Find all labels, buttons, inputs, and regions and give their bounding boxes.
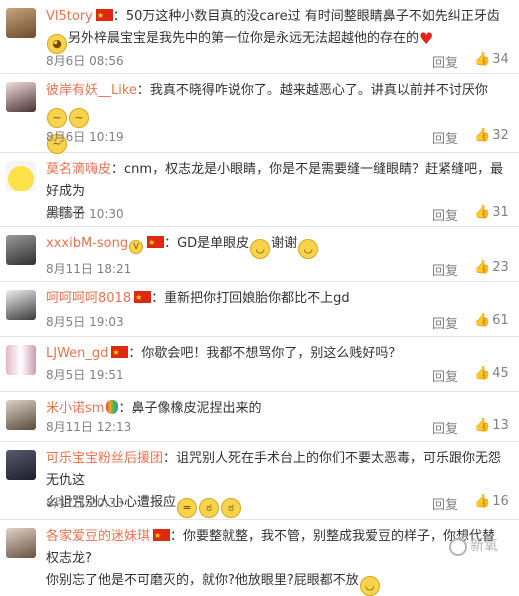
reply-button[interactable]: 回复 bbox=[432, 205, 458, 224]
reply-button[interactable]: 回复 bbox=[432, 494, 458, 513]
list-item: 米小诺sm ：鼻子像橡皮泥捏出来的 8月11日 12:13 回复 👍 13 bbox=[0, 392, 519, 442]
thumbs-up-icon: 👍 bbox=[474, 366, 491, 381]
like-count: 23 bbox=[492, 260, 509, 275]
soyoung-logo-icon bbox=[449, 538, 467, 556]
like-button[interactable]: 👍 23 bbox=[474, 260, 509, 275]
like-button[interactable]: 👍 31 bbox=[474, 205, 509, 220]
username-link[interactable]: 呵呵呵呵8018 bbox=[46, 291, 131, 306]
username-link[interactable]: LJWen_gd bbox=[46, 346, 108, 361]
like-button[interactable]: 👍 34 bbox=[474, 52, 509, 67]
angry-emoji-icon: ಠ bbox=[221, 498, 242, 518]
comment-text: ：GD是单眼皮 bbox=[164, 236, 250, 251]
balloon-badge-icon bbox=[106, 400, 119, 414]
like-count: 45 bbox=[492, 366, 509, 381]
comment-time: 8月5日 19:03 bbox=[46, 315, 124, 329]
list-item: 呵呵呵呵8018 ：重新把你打回娘胎你都比不上gd 8月5日 19:03 回复 👍… bbox=[0, 282, 519, 337]
angry-emoji-icon: ಠ bbox=[199, 498, 220, 518]
china-flag-icon bbox=[153, 525, 171, 547]
doge-emoji-icon: ◕ bbox=[47, 34, 67, 54]
list-item: Vl5tory ：50万这种小数目真的没care过 有时间整眼睛鼻子不如先纠正牙齿… bbox=[0, 0, 519, 74]
sweat-emoji-icon: ≖ bbox=[177, 498, 198, 518]
watermark-text: 新氧 bbox=[470, 538, 498, 554]
thumbs-up-icon: 👍 bbox=[474, 52, 491, 67]
comment-time: 8月6日 08:56 bbox=[46, 54, 124, 68]
confused-emoji-icon: ~ bbox=[47, 108, 67, 128]
like-button[interactable]: 👍 32 bbox=[474, 128, 509, 143]
like-button[interactable]: 👍 45 bbox=[474, 366, 509, 381]
like-count: 32 bbox=[492, 128, 509, 143]
comment-text: ：鼻子像橡皮泥捏出来的 bbox=[118, 401, 262, 416]
watermark: 新氧 bbox=[449, 535, 498, 556]
comment-time: 8月11日 18:21 bbox=[46, 262, 132, 276]
reply-button[interactable]: 回复 bbox=[432, 313, 458, 332]
comment-text: ：我真不晓得咋说你了。越来越恶心了。讲真以前并不讨厌你 bbox=[136, 83, 488, 98]
username-link[interactable]: 彼岸有妖__Like bbox=[46, 83, 137, 98]
confused-emoji-icon: ~ bbox=[69, 108, 89, 128]
avatar[interactable] bbox=[6, 290, 36, 320]
username-link[interactable]: 米小诺sm bbox=[46, 401, 104, 416]
list-item: 可乐宝宝粉丝后援团：诅咒别人死在手术台上的你们不要太恶毒，可乐跟你无怨无仇这 么诅… bbox=[0, 442, 519, 520]
thumbs-up-icon: 👍 bbox=[474, 494, 491, 509]
comment-time: 8月6日 10:19 bbox=[46, 130, 124, 144]
reply-button[interactable]: 回复 bbox=[432, 52, 458, 71]
thumbs-up-icon: 👍 bbox=[474, 205, 491, 220]
list-item: 彼岸有妖__Like：我真不晓得咋说你了。越来越恶心了。讲真以前并不讨厌你~ ~ ~… bbox=[0, 74, 519, 154]
thumbs-up-icon: 👍 bbox=[474, 128, 491, 143]
thumbs-up-icon: 👍 bbox=[474, 418, 491, 433]
avatar[interactable] bbox=[6, 161, 36, 191]
username-link[interactable]: Vl5tory bbox=[46, 9, 93, 24]
like-count: 31 bbox=[492, 205, 509, 220]
comment-text-cont: 你别忘了他是不可磨灭的，就你?他放眼里?屁眼都不放 bbox=[46, 573, 359, 588]
reply-button[interactable]: 回复 bbox=[432, 260, 458, 279]
like-count: 16 bbox=[492, 494, 509, 509]
comment-time: 8月5日 19:51 bbox=[46, 368, 124, 382]
smile-emoji-icon: ◡ bbox=[298, 239, 319, 259]
like-button[interactable]: 👍 16 bbox=[474, 494, 509, 509]
comment-text: ：50万这种小数目真的没care过 有时间整眼睛鼻子不如先纠正牙齿 bbox=[112, 9, 500, 24]
like-count: 13 bbox=[492, 418, 509, 433]
avatar[interactable] bbox=[6, 235, 36, 265]
list-item: LJWen_gd ：你歇会吧！我都不想骂你了，别这么贱好吗？ 8月5日 19:51… bbox=[0, 337, 519, 392]
comment-text: ：你歇会吧！我都不想骂你了，别这么贱好吗？ bbox=[128, 346, 402, 361]
reply-button[interactable]: 回复 bbox=[432, 128, 458, 147]
thumbs-up-icon: 👍 bbox=[474, 313, 491, 328]
china-flag-icon bbox=[111, 342, 129, 364]
comment-text: ：cnm，权志龙是小眼睛，你是不是需要缝一缝眼睛？赶紧缝吧，最好成为 bbox=[46, 162, 504, 199]
reply-button[interactable]: 回复 bbox=[432, 366, 458, 385]
avatar[interactable] bbox=[6, 400, 36, 430]
list-item: xxxibM-songV：GD是单眼皮◡谢谢◡ 8月11日 18:21 回复 👍… bbox=[0, 227, 519, 282]
avatar[interactable] bbox=[6, 8, 36, 38]
username-link[interactable]: xxxibM-song bbox=[46, 236, 128, 251]
comment-time: 8月11日 12:13 bbox=[46, 420, 132, 434]
avatar[interactable] bbox=[6, 450, 36, 480]
username-link[interactable]: 莫名滴嗨皮 bbox=[46, 162, 111, 177]
comment-text: ：重新把你打回娘胎你都比不上gd bbox=[151, 291, 350, 306]
reply-button[interactable]: 回复 bbox=[432, 418, 458, 437]
china-flag-icon bbox=[134, 287, 152, 309]
heart-emoji-icon: ♥ bbox=[419, 29, 434, 48]
list-item: 莫名滴嗨皮：cnm，权志龙是小眼睛，你是不是需要缝一缝眼睛？赶紧缝吧，最好成为黑… bbox=[0, 153, 519, 227]
list-item: 各家爱豆的迷妹琪：你要整就整，我不管，别整成我爱豆的样子，你想代替权志龙?你别忘… bbox=[0, 520, 519, 596]
avatar[interactable] bbox=[6, 345, 36, 375]
username-link[interactable]: 可乐宝宝粉丝后援团 bbox=[46, 451, 163, 466]
smile-emoji-icon: ◡ bbox=[359, 576, 380, 596]
china-flag-icon bbox=[95, 5, 113, 27]
china-flag-icon bbox=[147, 232, 165, 254]
smile-emoji-icon: ◡ bbox=[250, 239, 271, 259]
comment-time: 8月6日 10:30 bbox=[46, 207, 124, 221]
like-count: 61 bbox=[492, 313, 509, 328]
comment-time: 8月7日 20:33 bbox=[46, 496, 124, 510]
thumbs-up-icon: 👍 bbox=[474, 260, 491, 275]
member-badge-icon: V bbox=[129, 240, 144, 254]
like-count: 34 bbox=[492, 52, 509, 67]
avatar[interactable] bbox=[6, 528, 36, 558]
username-link[interactable]: 各家爱豆的迷妹琪 bbox=[46, 529, 150, 544]
like-button[interactable]: 👍 13 bbox=[474, 418, 509, 433]
comment-text-cont: 谢谢 bbox=[271, 236, 298, 251]
comment-text-cont: 另外梓晨宝宝是我先中的第一位你是永远无法超越他的存在的 bbox=[68, 31, 420, 46]
avatar[interactable] bbox=[6, 82, 36, 112]
like-button[interactable]: 👍 61 bbox=[474, 313, 509, 328]
